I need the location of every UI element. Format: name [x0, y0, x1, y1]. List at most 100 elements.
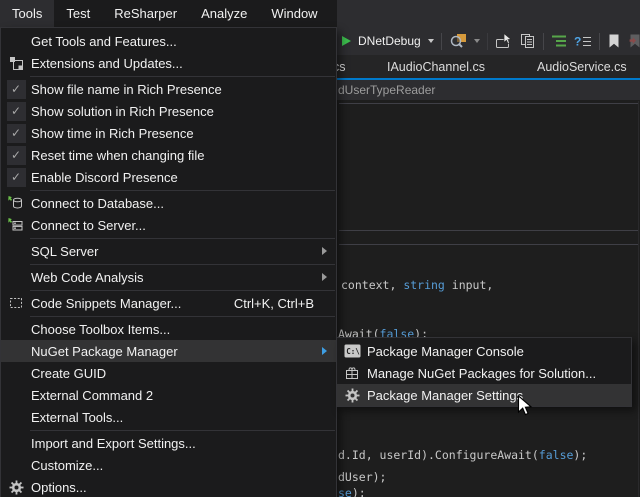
menu-gutter — [1, 166, 31, 188]
tab-strip: cs IAudioChannel.cs AudioService.cs — [337, 55, 640, 78]
gear-icon — [337, 384, 367, 406]
snippets-icon — [1, 292, 31, 314]
gear-icon — [1, 476, 31, 497]
breadcrumb[interactable]: dUserTypeReader — [337, 80, 640, 101]
menubar-item-tools[interactable]: Tools — [0, 0, 54, 27]
menu-item-show-file-name-rich-presence[interactable]: Show file name in Rich Presence — [1, 78, 336, 100]
config-dropdown-icon[interactable] — [428, 39, 434, 43]
menu-item-create-guid[interactable]: Create GUID — [1, 362, 336, 384]
menu-gutter — [1, 340, 31, 362]
checkmark-icon — [7, 80, 26, 99]
menu-gutter — [1, 78, 31, 100]
indent-lines-icon[interactable] — [551, 34, 567, 48]
menu-item-show-solution-rich-presence[interactable]: Show solution in Rich Presence — [1, 100, 336, 122]
code-editor[interactable]: context, string input, Await(false); d.I… — [337, 101, 640, 497]
menu-gutter — [1, 30, 31, 52]
method-separator-line — [339, 244, 638, 245]
svg-text:?: ? — [574, 35, 581, 49]
menu-item-external-tools[interactable]: External Tools... — [1, 406, 336, 428]
method-separator-line — [339, 103, 638, 104]
toolbar-separator — [441, 33, 442, 50]
titlebar-area — [337, 0, 640, 27]
server-connect-icon — [1, 214, 31, 236]
code-line-partial: se); — [338, 486, 366, 497]
menubar-item-resharper[interactable]: ReSharper — [102, 0, 189, 27]
checkmark-icon — [7, 168, 26, 187]
vs-window: Tools Test ReSharper Analyze Window Help… — [0, 0, 640, 497]
menu-gutter — [1, 240, 31, 262]
attach-magnifier-icon[interactable] — [449, 33, 467, 49]
tab-audioservice[interactable]: AudioService.cs — [537, 55, 627, 78]
menubar-item-test[interactable]: Test — [54, 0, 102, 27]
checkmark-icon — [7, 146, 26, 165]
top-bar: Tools Test ReSharper Analyze Window Help — [0, 0, 640, 27]
menu-gutter — [1, 100, 31, 122]
copy-document-icon[interactable] — [520, 33, 536, 49]
magnifier-dropdown-icon[interactable] — [474, 39, 480, 43]
menu-item-import-export-settings[interactable]: Import and Export Settings... — [1, 432, 336, 454]
editor-right-edge — [638, 101, 639, 497]
menu-item-get-tools-and-features[interactable]: Get Tools and Features... — [1, 30, 336, 52]
submenu-item-manage-nuget-packages-for-solution[interactable]: Manage NuGet Packages for Solution... — [337, 362, 631, 384]
menu-gutter — [1, 144, 31, 166]
menu-gutter — [1, 362, 31, 384]
menu-gutter — [1, 122, 31, 144]
shortcut-label: Ctrl+K, Ctrl+B — [234, 296, 314, 311]
mouse-cursor — [517, 395, 533, 422]
menu-item-extensions-and-updates[interactable]: Extensions and Updates... — [1, 52, 336, 74]
menubar-item-analyze[interactable]: Analyze — [189, 0, 259, 27]
menu-gutter — [1, 266, 31, 288]
tab-iaudiochannel[interactable]: IAudioChannel.cs — [387, 55, 485, 78]
extensions-icon — [1, 52, 31, 74]
menu-gutter — [1, 406, 31, 428]
menu-item-enable-discord-presence[interactable]: Enable Discord Presence — [1, 166, 336, 188]
menu-item-customize[interactable]: Customize... — [1, 454, 336, 476]
submenu-arrow-icon — [322, 247, 327, 255]
menu-gutter — [1, 384, 31, 406]
toolbar-separator — [487, 33, 488, 50]
database-connect-icon — [1, 192, 31, 214]
menu-item-connect-to-server[interactable]: Connect to Server... — [1, 214, 336, 236]
tools-menu: Get Tools and Features... Extensions and… — [0, 27, 337, 497]
menu-item-web-code-analysis[interactable]: Web Code Analysis — [1, 266, 336, 288]
toolbar-separator — [543, 33, 544, 50]
submenu-item-package-manager-settings[interactable]: Package Manager Settings — [337, 384, 631, 406]
editor-panel: DNetDebug ? — [337, 27, 640, 497]
menubar-item-window[interactable]: Window — [259, 0, 329, 27]
code-line-adduser: dUser); — [338, 470, 386, 484]
menu-item-connect-to-database[interactable]: Connect to Database... — [1, 192, 336, 214]
standard-toolbar: DNetDebug ? — [337, 27, 640, 55]
breadcrumb-text: dUserTypeReader — [338, 83, 435, 97]
menu-item-show-time-rich-presence[interactable]: Show time in Rich Presence — [1, 122, 336, 144]
checkmark-icon — [7, 124, 26, 143]
bookmark-dim-icon[interactable] — [628, 33, 640, 49]
menu-gutter — [1, 318, 31, 340]
package-icon — [337, 362, 367, 384]
run-configuration-selector[interactable]: DNetDebug — [358, 34, 421, 48]
console-icon: C:\ — [337, 340, 367, 362]
menu-item-code-snippets-manager[interactable]: Code Snippets Manager... Ctrl+K, Ctrl+B — [1, 292, 336, 314]
menu-item-choose-toolbox-items[interactable]: Choose Toolbox Items... — [1, 318, 336, 340]
tab-partial[interactable]: cs — [337, 55, 346, 78]
pointer-box-icon[interactable] — [495, 33, 513, 49]
question-lines-icon[interactable]: ? — [574, 34, 592, 48]
menu-bar: Tools Test ReSharper Analyze Window Help — [0, 0, 337, 27]
bookmark-icon[interactable] — [607, 33, 621, 49]
menu-item-sql-server[interactable]: SQL Server — [1, 240, 336, 262]
submenu-item-package-manager-console[interactable]: C:\ Package Manager Console — [337, 340, 631, 362]
svg-text:C:\: C:\ — [346, 347, 360, 356]
method-separator-line — [339, 230, 638, 231]
menu-item-reset-time-when-changing-file[interactable]: Reset time when changing file — [1, 144, 336, 166]
code-line-signature: context, string input, — [341, 278, 493, 292]
menu-gutter — [1, 432, 31, 454]
menu-item-nuget-package-manager[interactable]: NuGet Package Manager — [1, 340, 336, 362]
code-line-configureawait: d.Id, userId).ConfigureAwait(false); — [338, 448, 587, 462]
nuget-submenu: C:\ Package Manager Console Manage NuGet… — [336, 337, 632, 407]
submenu-arrow-icon — [322, 273, 327, 281]
menu-item-external-command-2[interactable]: External Command 2 — [1, 384, 336, 406]
menu-item-options[interactable]: Options... — [1, 476, 336, 497]
toolbar-separator — [599, 33, 600, 50]
menu-gutter — [1, 454, 31, 476]
checkmark-icon — [7, 102, 26, 121]
run-play-icon[interactable] — [342, 36, 351, 46]
